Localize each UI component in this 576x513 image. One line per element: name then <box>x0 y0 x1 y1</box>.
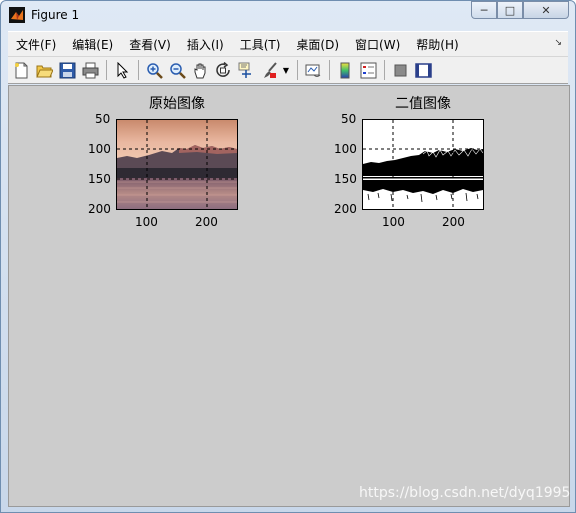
menu-desktop[interactable]: 桌面(D) <box>288 36 347 53</box>
axes-original[interactable] <box>116 119 238 210</box>
show-plot-tools-icon <box>414 62 432 78</box>
maximize-button[interactable]: □ <box>497 1 523 19</box>
close-icon: ✕ <box>541 3 551 17</box>
x-tick-label: 100 <box>135 215 158 229</box>
minimize-icon: ─ <box>480 3 488 17</box>
close-button[interactable]: ✕ <box>523 1 569 19</box>
menu-insert[interactable]: 插入(I) <box>179 36 232 53</box>
toolbar-separator <box>138 60 139 80</box>
data-cursor-button[interactable] <box>236 60 256 80</box>
x-tick-label: 100 <box>382 215 405 229</box>
dock-arrow-icon[interactable]: ↘ <box>554 38 562 48</box>
y-tick-label: 200 <box>88 202 111 216</box>
menu-window[interactable]: 窗口(W) <box>347 36 408 53</box>
title-bar[interactable]: Figure 1 ─ □ ✕ <box>1 1 575 29</box>
zoom-out-button[interactable] <box>167 60 187 80</box>
axes-binary[interactable] <box>362 119 484 210</box>
menu-tools[interactable]: 工具(T) <box>232 36 289 53</box>
menu-edit[interactable]: 编辑(E) <box>64 36 121 53</box>
legend-button[interactable] <box>358 60 378 80</box>
toolbar-separator <box>297 60 298 80</box>
save-button[interactable] <box>57 60 77 80</box>
toolbar-separator <box>106 60 107 80</box>
zoom-in-button[interactable] <box>144 60 164 80</box>
figure-toolbar: ▼ <box>8 56 568 84</box>
menu-help[interactable]: 帮助(H) <box>408 36 466 53</box>
print-icon <box>82 62 98 78</box>
open-file-icon <box>35 65 53 77</box>
pointer-button[interactable] <box>112 60 132 80</box>
toolbar-separator <box>384 60 385 80</box>
y-tick-label: 150 <box>88 172 111 186</box>
colorbar-icon <box>340 62 349 78</box>
plot-title-original: 原始图像 <box>149 96 205 112</box>
y-tick-label: 100 <box>88 142 111 156</box>
menu-file[interactable]: 文件(F) <box>8 36 64 53</box>
data-cursor-icon <box>238 62 251 78</box>
pointer-icon <box>117 61 128 79</box>
menu-view[interactable]: 查看(V) <box>121 36 179 53</box>
plot-title-binary: 二值图像 <box>395 96 451 112</box>
grid-lines-original <box>117 120 237 209</box>
y-tick-label: 150 <box>334 172 357 186</box>
window-title: Figure 1 <box>31 8 80 22</box>
show-plot-tools-button[interactable] <box>413 60 433 80</box>
menu-bar: 文件(F) 编辑(E) 查看(V) 插入(I) 工具(T) 桌面(D) 窗口(W… <box>8 31 568 56</box>
zoom-out-icon <box>169 62 186 79</box>
grid-lines-binary <box>363 120 483 209</box>
x-tick-label: 200 <box>195 215 218 229</box>
brush-dropdown-icon: ▼ <box>282 65 290 75</box>
figure-window: Figure 1 ─ □ ✕ 文件(F) 编辑(E) 查看(V) 插入(I) 工… <box>0 0 576 513</box>
figure-canvas: 原始图像 50 100 150 200 100 200 二值图像 50 100 … <box>8 85 570 507</box>
y-tick-label: 100 <box>334 142 357 156</box>
save-icon <box>59 62 75 78</box>
link-plot-button[interactable] <box>303 60 323 80</box>
legend-icon <box>360 62 376 78</box>
brush-icon <box>263 61 277 78</box>
brush-button[interactable] <box>259 60 279 80</box>
x-tick-label: 200 <box>442 215 465 229</box>
y-tick-label: 50 <box>95 112 111 126</box>
matlab-icon <box>9 7 25 23</box>
pan-button[interactable] <box>190 60 210 80</box>
minimize-button[interactable]: ─ <box>471 1 497 19</box>
hide-plot-tools-button[interactable] <box>390 60 410 80</box>
maximize-icon: □ <box>504 3 516 17</box>
brush-dropdown-button[interactable]: ▼ <box>282 60 290 80</box>
zoom-in-icon <box>146 62 163 79</box>
print-button[interactable] <box>80 60 100 80</box>
y-tick-label: 50 <box>341 112 357 126</box>
watermark: https://blog.csdn.net/dyq1995 <box>359 485 571 501</box>
pan-hand-icon <box>194 63 205 78</box>
toolbar-separator <box>329 60 330 80</box>
rotate-3d-button[interactable] <box>213 60 233 80</box>
rotate-3d-icon <box>215 61 230 77</box>
y-tick-label: 200 <box>334 202 357 216</box>
link-plot-icon <box>305 64 320 77</box>
colorbar-button[interactable] <box>335 60 355 80</box>
open-file-button[interactable] <box>34 60 54 80</box>
hide-plot-tools-icon <box>394 64 406 76</box>
new-figure-button[interactable] <box>11 60 31 80</box>
new-figure-icon <box>14 62 27 78</box>
